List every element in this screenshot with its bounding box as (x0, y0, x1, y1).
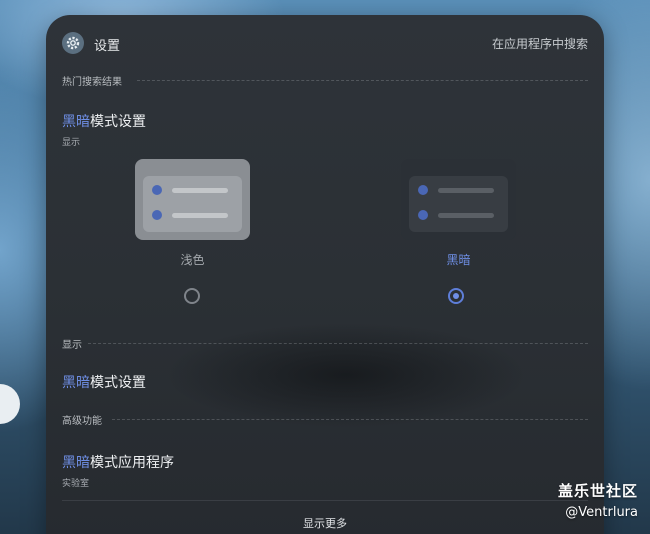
settings-search-panel: 设置 在应用程序中搜索 热门搜索结果 黑暗模式设置 显示 浅色 黑暗 显示 黑暗… (46, 15, 604, 534)
title-text: 模式设置 (90, 114, 146, 130)
app-title: 设置 (94, 39, 121, 54)
preview-dot (418, 185, 428, 195)
highlight-text: 黑暗 (62, 375, 90, 391)
footer-divider (62, 500, 588, 501)
divider (112, 419, 588, 420)
section-title: 热门搜索结果 (62, 77, 122, 88)
light-theme-radio[interactable] (184, 288, 200, 304)
result-dark-mode-apps[interactable]: 黑暗模式应用程序 实验室 (62, 452, 174, 489)
result-dark-mode-settings-2[interactable]: 黑暗模式设置 (62, 372, 146, 392)
title-text: 模式应用程序 (90, 455, 174, 471)
dark-theme-label: 黑暗 (446, 253, 471, 267)
section-display: 显示 (62, 336, 588, 351)
radio-selected-dot (453, 293, 459, 299)
result-title: 黑暗模式应用程序 (62, 452, 174, 472)
preview-line (172, 188, 228, 193)
result-dark-mode-settings[interactable]: 黑暗模式设置 显示 (62, 111, 146, 148)
search-in-apps-button[interactable]: 在应用程序中搜索 (492, 35, 588, 52)
watermark: 盖乐世社区 @Ventrlura (558, 480, 638, 520)
dark-theme-preview[interactable] (401, 159, 516, 240)
section-advanced: 高级功能 (62, 412, 588, 427)
preview-dot (152, 210, 162, 220)
light-theme-preview[interactable] (135, 159, 250, 240)
result-title: 黑暗模式设置 (62, 372, 146, 392)
result-subtitle: 显示 (62, 138, 81, 148)
show-more-button[interactable]: 显示更多 (46, 515, 604, 531)
highlight-text: 黑暗 (62, 114, 90, 130)
light-theme-label: 浅色 (180, 253, 205, 267)
preview-line (438, 213, 494, 218)
result-subtitle: 实验室 (62, 479, 90, 489)
preview-dot (152, 185, 162, 195)
section-popular: 热门搜索结果 (62, 73, 588, 88)
preview-line (172, 213, 228, 218)
preview-inner (143, 176, 242, 232)
edge-panel-handle[interactable] (0, 384, 20, 424)
watermark-community: 盖乐世社区 (557, 482, 638, 500)
section-title: 显示 (62, 340, 82, 351)
watermark-handle: @Ventrlura (565, 505, 638, 520)
preview-dot (418, 210, 428, 220)
title-text: 模式设置 (90, 375, 146, 391)
dark-theme-radio[interactable] (448, 288, 464, 304)
result-title: 黑暗模式设置 (62, 111, 146, 131)
highlight-text: 黑暗 (62, 455, 90, 471)
section-title: 高级功能 (62, 416, 102, 427)
divider (88, 343, 588, 344)
preview-line (438, 188, 494, 193)
panel-header: 设置 在应用程序中搜索 (62, 32, 588, 56)
preview-inner (409, 176, 508, 232)
gear-icon[interactable] (62, 32, 84, 54)
divider (137, 80, 588, 81)
